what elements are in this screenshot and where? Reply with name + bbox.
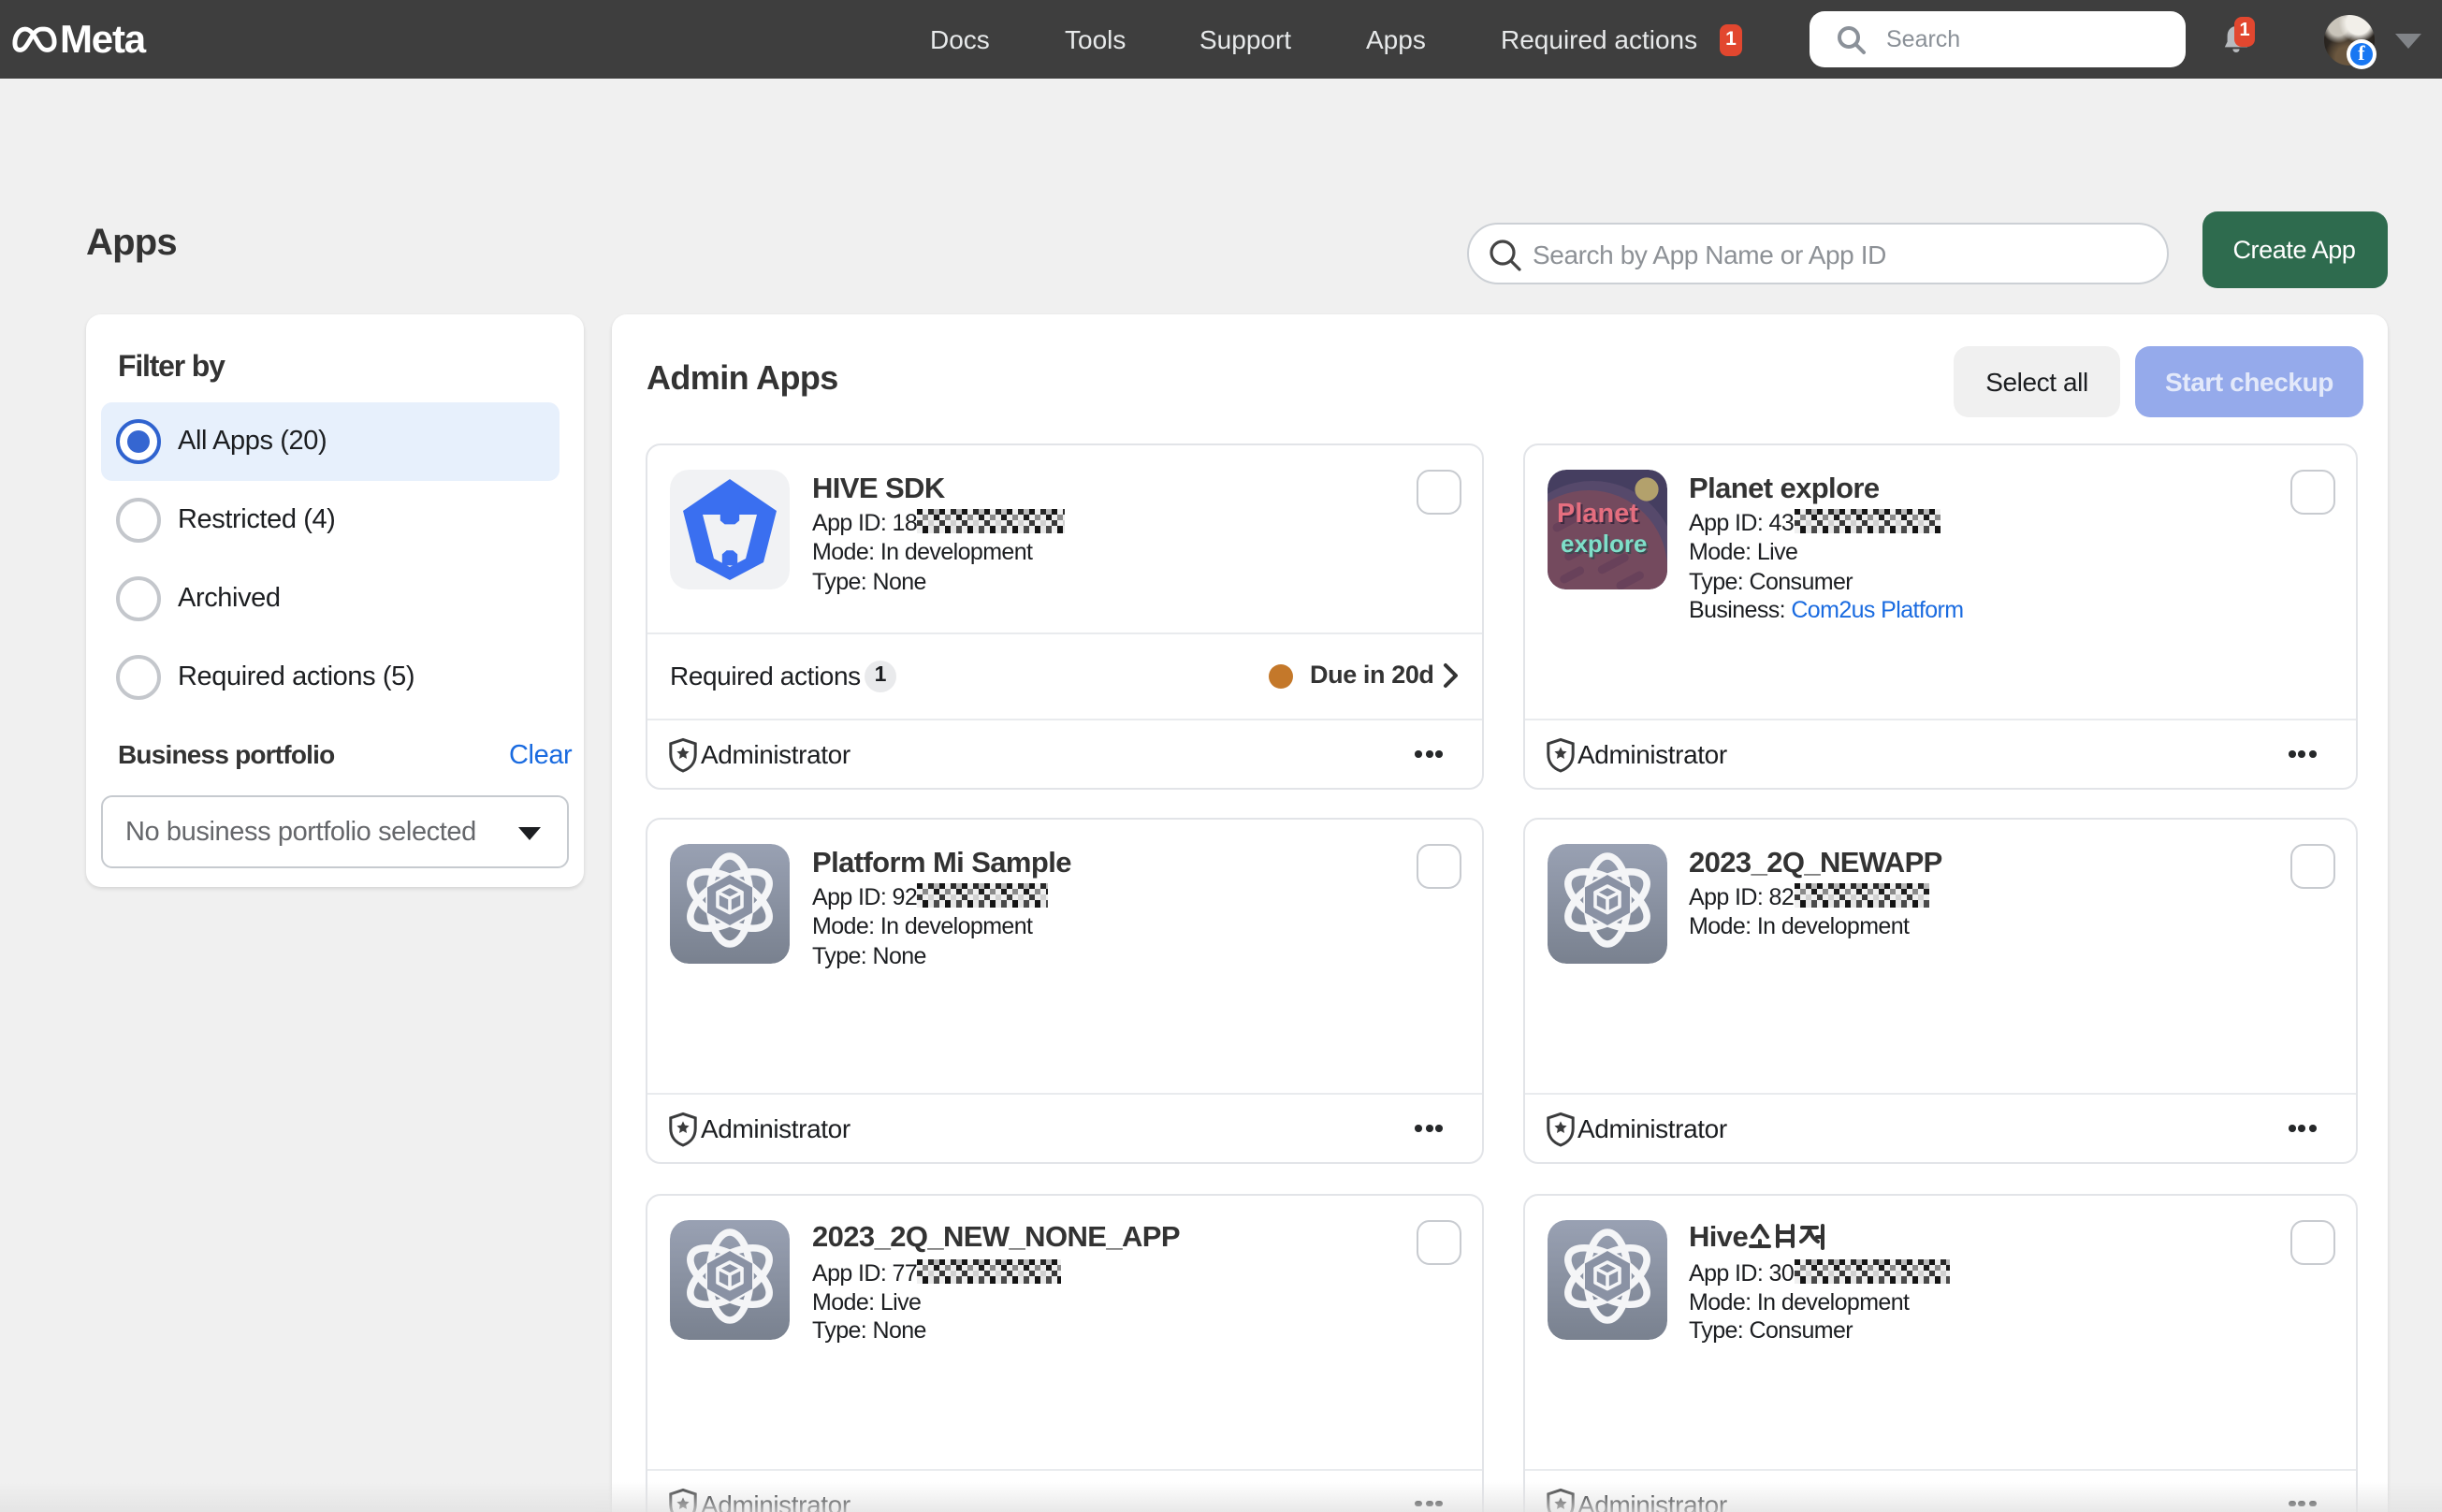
svg-text:explore: explore bbox=[1560, 530, 1647, 558]
svg-text:Planet: Planet bbox=[1556, 499, 1637, 529]
